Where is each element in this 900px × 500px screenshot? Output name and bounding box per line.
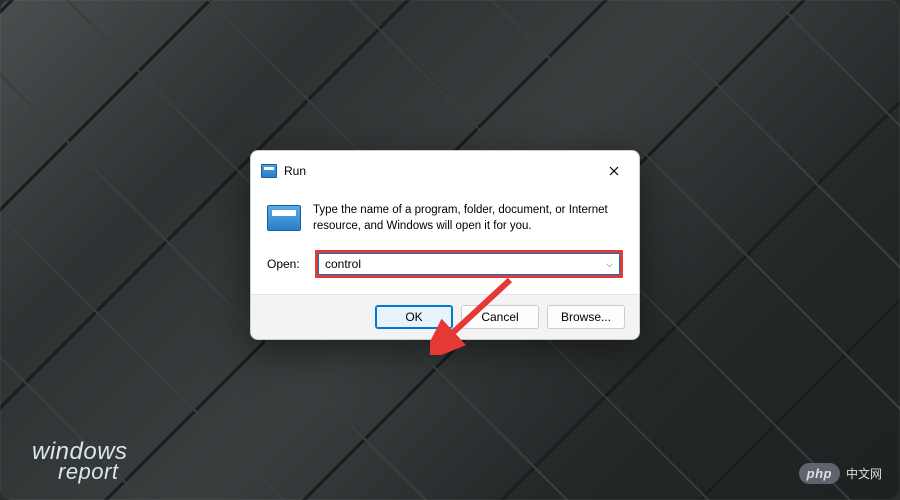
open-combobox-highlight: ⌵	[315, 250, 623, 278]
close-icon	[609, 166, 619, 176]
chevron-down-icon[interactable]: ⌵	[600, 259, 619, 270]
watermark-line2: report	[58, 462, 128, 482]
browse-button[interactable]: Browse...	[547, 305, 625, 329]
dialog-body: Type the name of a program, folder, docu…	[251, 189, 639, 244]
watermark-windows-report: windows report	[32, 441, 128, 482]
php-badge: php	[799, 463, 840, 484]
run-large-icon	[267, 205, 301, 231]
button-bar: OK Cancel Browse...	[251, 294, 639, 339]
ok-button[interactable]: OK	[375, 305, 453, 329]
run-icon	[261, 164, 277, 178]
open-input[interactable]	[319, 255, 600, 273]
php-text: 中文网	[846, 465, 882, 482]
dialog-title: Run	[284, 164, 599, 178]
open-input-row: Open: ⌵	[251, 244, 639, 294]
watermark-php: php 中文网	[799, 463, 882, 484]
run-dialog: Run Type the name of a program, folder, …	[250, 150, 640, 340]
open-combobox[interactable]: ⌵	[318, 253, 620, 275]
open-label: Open:	[267, 257, 307, 271]
close-button[interactable]	[599, 159, 629, 183]
titlebar[interactable]: Run	[251, 151, 639, 189]
dialog-description: Type the name of a program, folder, docu…	[313, 203, 623, 234]
cancel-button[interactable]: Cancel	[461, 305, 539, 329]
